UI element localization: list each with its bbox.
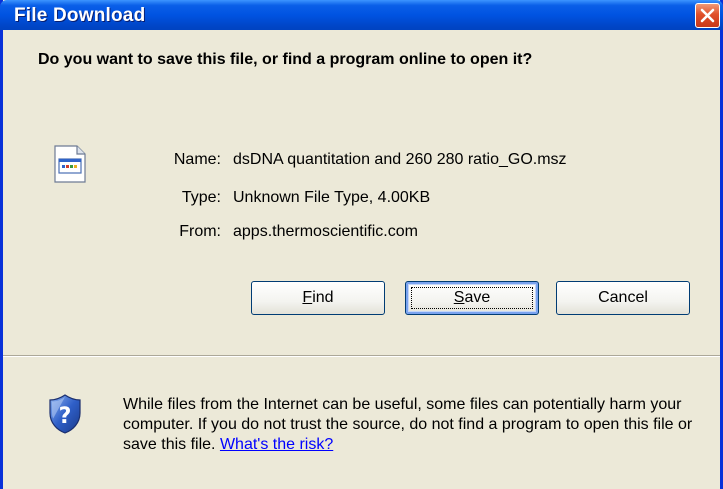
name-label: Name: xyxy=(173,151,221,168)
generic-file-icon xyxy=(54,145,86,183)
cancel-button[interactable]: Cancel xyxy=(556,281,690,315)
find-accel: F xyxy=(302,289,313,306)
save-button[interactable]: Save xyxy=(405,281,539,315)
from-value: apps.thermoscientific.com xyxy=(233,223,418,240)
title-bar[interactable]: File Download xyxy=(0,0,723,30)
close-icon xyxy=(700,8,715,23)
focus-rect xyxy=(411,287,533,309)
close-button[interactable] xyxy=(695,3,720,28)
file-download-dialog: File Download Do you want to save this f… xyxy=(0,0,723,489)
svg-text:?: ? xyxy=(59,404,72,429)
find-label: ind xyxy=(312,289,334,306)
divider-highlight xyxy=(3,356,720,357)
dialog-question: Do you want to save this file, or find a… xyxy=(38,51,533,68)
security-shield-icon: ? xyxy=(49,394,81,434)
security-warning: While files from the Internet can be use… xyxy=(123,395,703,455)
warning-text: While files from the Internet can be use… xyxy=(123,396,693,453)
whats-the-risk-link[interactable]: What's the risk? xyxy=(220,436,333,453)
from-label: From: xyxy=(179,223,221,240)
type-label: Type: xyxy=(181,189,221,206)
name-value: dsDNA quantitation and 260 280 ratio_GO.… xyxy=(233,151,567,168)
type-value: Unknown File Type, 4.00KB xyxy=(233,189,431,206)
find-button[interactable]: Find xyxy=(251,281,385,315)
window-title: File Download xyxy=(14,5,146,26)
